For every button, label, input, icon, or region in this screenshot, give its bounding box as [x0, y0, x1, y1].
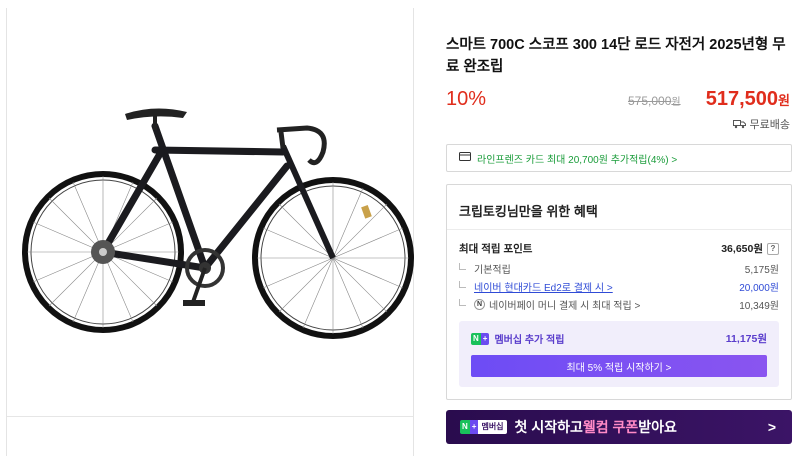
discount-rate: 10% — [446, 88, 487, 110]
banner-text-highlight: 웰컴 쿠폰 — [582, 419, 639, 435]
sale-price-currency: 원 — [778, 93, 790, 108]
badge-plus: + — [480, 332, 490, 345]
benefit-row-value: 10,349원 — [739, 301, 779, 312]
membership-start-button[interactable]: 최대 5% 적립 시작하기 > — [471, 355, 767, 377]
card-promo-link[interactable]: 라인프렌즈 카드 최대 20,700원 추가적립(4%) > — [446, 144, 792, 172]
benefit-row-label: 기본적립 — [474, 265, 511, 276]
bicycle-image[interactable] — [15, 90, 415, 340]
card-icon — [459, 152, 471, 164]
benefit-row-hyundai-card[interactable]: 네이버 현대카드 Ed2로 결제 시 > 20,000원 — [459, 279, 779, 294]
banner-badge-n: N — [460, 420, 470, 434]
membership-label-text: 멤버십 추가 적립 — [494, 335, 565, 346]
help-icon[interactable]: ? — [767, 242, 779, 255]
membership-badge-icon: N + 멤버십 — [460, 420, 507, 434]
membership-label: N + 멤버십 추가 적립 — [471, 331, 564, 346]
banner-badge-plus: + — [469, 420, 479, 434]
original-price-value: 575,000 — [628, 94, 672, 108]
shipping-info: 무료배송 — [732, 116, 790, 132]
chevron-right-icon: > — [767, 419, 776, 435]
sale-price-value: 517,500 — [705, 88, 779, 110]
max-points-label: 최대 적립 포인트 — [459, 243, 533, 255]
npay-money-link[interactable]: 네이버페이 머니 결제 시 최대 적립 > — [489, 297, 640, 312]
membership-value: 11,175원 — [725, 333, 767, 345]
benefit-row-value: 20,000원 — [739, 283, 779, 294]
benefit-title: 크립토킹님만을 위한 혜택 — [459, 204, 598, 219]
banner-text-suffix: 받아요 — [638, 419, 677, 435]
benefit-row-npay-money[interactable]: N 네이버페이 머니 결제 시 최대 적립 > 10,349원 — [459, 297, 779, 312]
max-points-value: 36,650원 — [721, 243, 763, 255]
banner-badge-text: 멤버십 — [478, 420, 507, 434]
original-price: 575,000원 — [628, 93, 681, 108]
max-points-row: 최대 적립 포인트 36,650원 ? — [459, 241, 779, 256]
badge-n: N — [471, 332, 481, 345]
product-image-panel — [6, 8, 414, 456]
sale-price: 517,500원 — [706, 88, 790, 111]
card-promo-text: 라인프렌즈 카드 최대 20,700원 추가적립(4%) > — [477, 154, 678, 166]
banner-text-prefix: 첫 시작하고 — [514, 419, 583, 435]
npay-money-icon: N — [474, 299, 485, 310]
truck-icon — [732, 119, 746, 129]
original-price-currency: 원 — [671, 97, 681, 108]
product-title: 스마트 700C 스코프 300 14단 로드 자전거 2025년형 무료 완조… — [446, 37, 786, 75]
membership-box: N + 멤버십 추가 적립 11,175원 최대 5% 적립 시작하기 > — [459, 321, 779, 387]
benefit-box: 크립토킹님만을 위한 혜택 최대 적립 포인트 36,650원 ? 기본적립 5… — [446, 184, 792, 400]
welcome-coupon-banner[interactable]: N + 멤버십 첫 시작하고 웰컴 쿠폰 받아요 > — [446, 410, 792, 444]
shipping-label: 무료배송 — [749, 119, 790, 131]
benefit-row-basic: 기본적립 5,175원 — [459, 261, 779, 276]
naver-plus-badge-icon: N + — [471, 332, 490, 345]
hyundai-card-link[interactable]: 네이버 현대카드 Ed2로 결제 시 > — [474, 279, 613, 294]
benefit-row-value: 5,175원 — [744, 265, 779, 276]
